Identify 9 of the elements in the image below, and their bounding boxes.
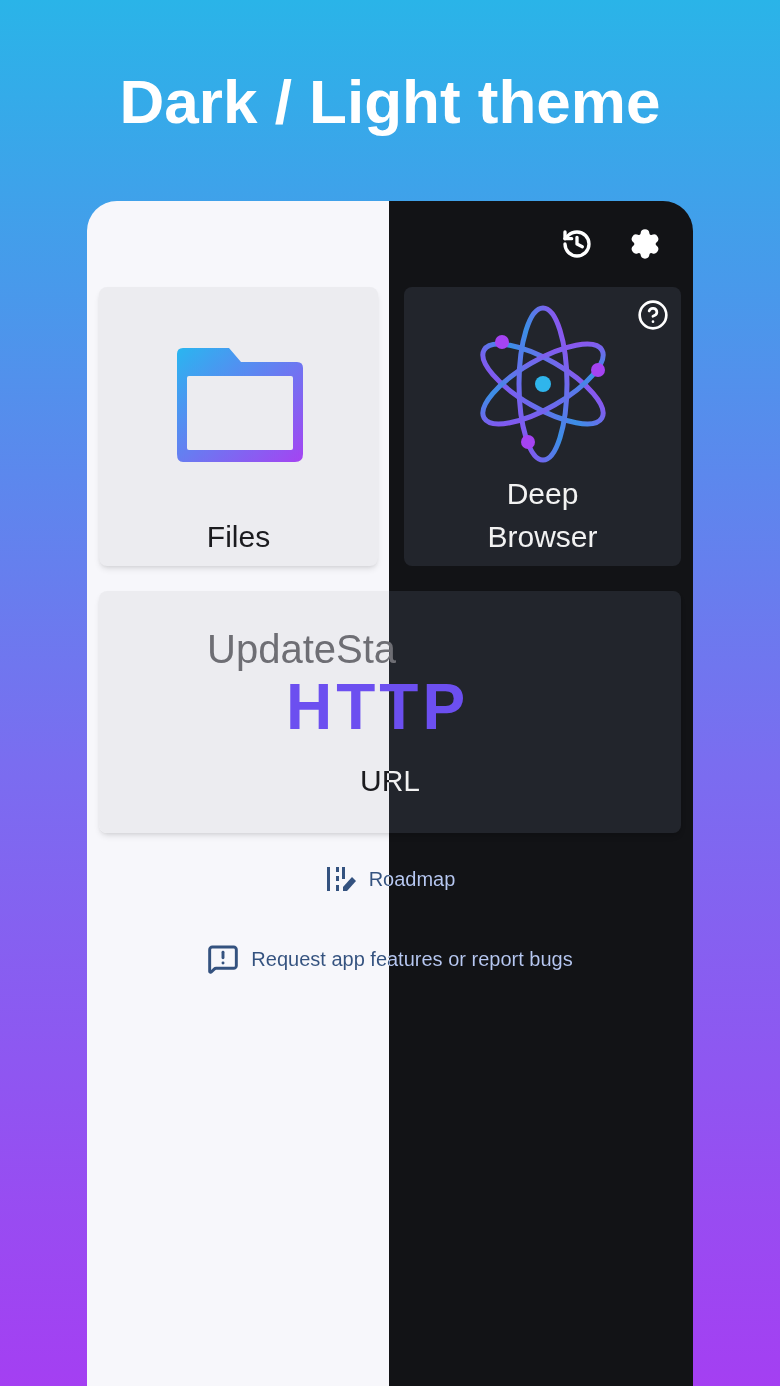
- roadmap-icon: [324, 865, 357, 893]
- tile-label: Files: [205, 519, 272, 555]
- history-icon[interactable]: [561, 228, 593, 260]
- feedback-icon: [207, 943, 240, 975]
- headline: Dark / Light theme: [119, 66, 661, 138]
- app-tile[interactable]: Files: [99, 287, 378, 566]
- app-tile[interactable]: Deep Browser: [404, 287, 681, 566]
- tile-label: Deep Browser: [486, 476, 599, 555]
- help-icon[interactable]: [637, 299, 669, 331]
